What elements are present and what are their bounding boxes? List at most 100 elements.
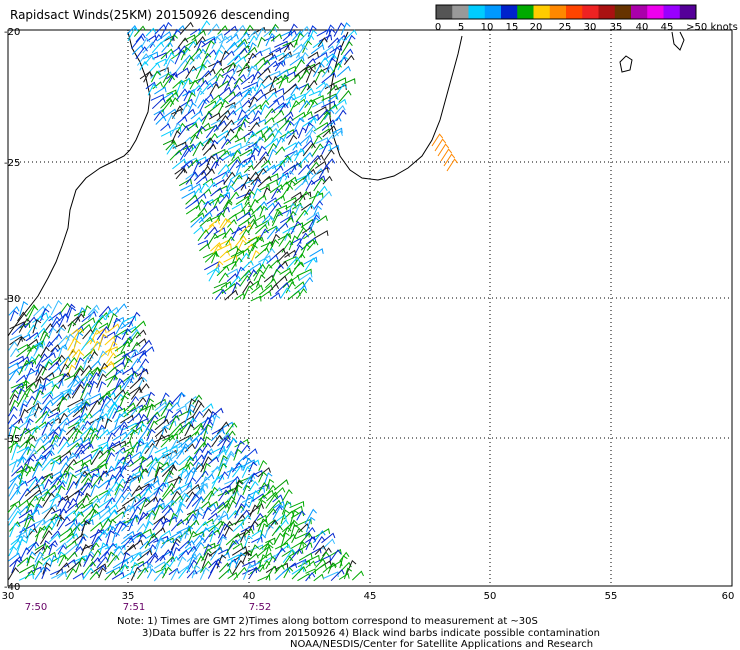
wind-barb [11, 443, 22, 461]
wind-barb [199, 243, 210, 252]
wind-speed-legend: 0 5 10 15 20 25 30 35 40 45 >50 knots [435, 4, 738, 33]
wind-barb [63, 458, 78, 473]
wind-barb [47, 333, 63, 348]
wind-barb [310, 190, 322, 206]
wind-barb [233, 448, 243, 461]
legend-swatch [452, 5, 469, 19]
wind-barb [19, 428, 31, 437]
wind-barb [137, 423, 147, 436]
wind-barb [34, 445, 46, 455]
wind-barb [281, 239, 294, 253]
wind-barbs [7, 20, 459, 582]
wind-barb [266, 226, 281, 240]
wind-barb [298, 99, 311, 113]
wind-barb [50, 459, 60, 472]
legend-label: 15 [506, 22, 519, 33]
wind-barb [222, 201, 233, 216]
wind-barb [72, 511, 83, 525]
wind-barb [207, 23, 220, 36]
wind-barb [184, 423, 195, 437]
wind-barb [74, 412, 89, 425]
wind-barb [249, 198, 259, 211]
wind-barb [104, 570, 117, 581]
wind-barb [242, 280, 254, 294]
wind-barb [113, 544, 126, 551]
legend-swatch [663, 5, 681, 19]
wind-barb [162, 75, 176, 89]
wind-barb [24, 513, 33, 528]
wind-barb [440, 148, 453, 162]
wind-barb [264, 108, 276, 119]
legend-swatch [517, 5, 534, 19]
wind-barb [166, 144, 177, 155]
wind-barb [295, 209, 309, 223]
wind-barb [89, 360, 101, 370]
wind-barb [64, 502, 79, 514]
wind-barb [254, 219, 270, 229]
wind-barb [216, 130, 230, 139]
wind-barb [175, 79, 186, 96]
legend-swatch [533, 5, 551, 19]
wind-barb [8, 552, 21, 562]
wind-barb [265, 91, 278, 102]
wind-barb [232, 523, 244, 533]
lon-label: 45 [364, 591, 377, 602]
wind-barb [255, 194, 267, 203]
wind-barb [327, 37, 341, 48]
lon-label: 50 [484, 591, 497, 602]
wind-barb [257, 36, 266, 48]
wind-barb [240, 444, 251, 454]
wind-barb [283, 83, 298, 95]
wind-barb [321, 532, 336, 544]
wind-barb [112, 531, 120, 543]
wind-barb [258, 459, 268, 472]
lat-label: -40 [4, 582, 20, 593]
wind-barb [249, 490, 260, 507]
legend-swatch [484, 5, 502, 19]
wind-barb [139, 60, 149, 71]
wind-barb [294, 281, 306, 290]
wind-barb [146, 568, 156, 579]
wind-barb [281, 52, 292, 66]
legend-swatch [647, 5, 664, 19]
time-labels: 7:50 7:51 7:52 [25, 602, 271, 613]
wind-barb [66, 533, 79, 544]
wind-barb [25, 502, 35, 514]
lon-label: 40 [243, 591, 256, 602]
wind-barb [7, 567, 20, 580]
wind-barb [266, 179, 278, 186]
wind-barb [11, 458, 22, 473]
wind-barb [98, 381, 107, 393]
wind-barb [313, 177, 326, 192]
wind-barb [211, 434, 224, 448]
wind-barb [175, 168, 188, 180]
wind-barb [72, 572, 84, 580]
wind-barb [168, 476, 181, 484]
legend-swatch [582, 5, 599, 19]
wind-barb [221, 74, 232, 85]
wind-barb [313, 230, 329, 239]
wind-barb [9, 355, 25, 365]
wind-barb [315, 528, 331, 538]
wind-barb [27, 338, 39, 347]
wind-barb [179, 21, 194, 35]
wind-barb [113, 335, 122, 347]
lon-label: 60 [722, 591, 735, 602]
legend-label: >50 knots [686, 22, 738, 33]
wind-barb [144, 562, 154, 574]
wind-barb [189, 53, 202, 65]
wind-barb [250, 249, 261, 264]
wind-barb [273, 94, 285, 103]
wind-barb [72, 545, 84, 556]
wind-barb [66, 551, 78, 562]
wind-barb [303, 203, 315, 216]
wind-barb [309, 248, 324, 257]
wind-barb [149, 62, 161, 72]
wind-barb [153, 482, 169, 491]
wind-barb [177, 37, 189, 49]
wind-barb [192, 116, 203, 126]
wind-barb [218, 489, 230, 502]
wind-barb [168, 415, 180, 431]
wind-barb [305, 572, 316, 582]
note-line-2: 3)Data buffer is 22 hrs from 20150926 4)… [142, 628, 600, 639]
